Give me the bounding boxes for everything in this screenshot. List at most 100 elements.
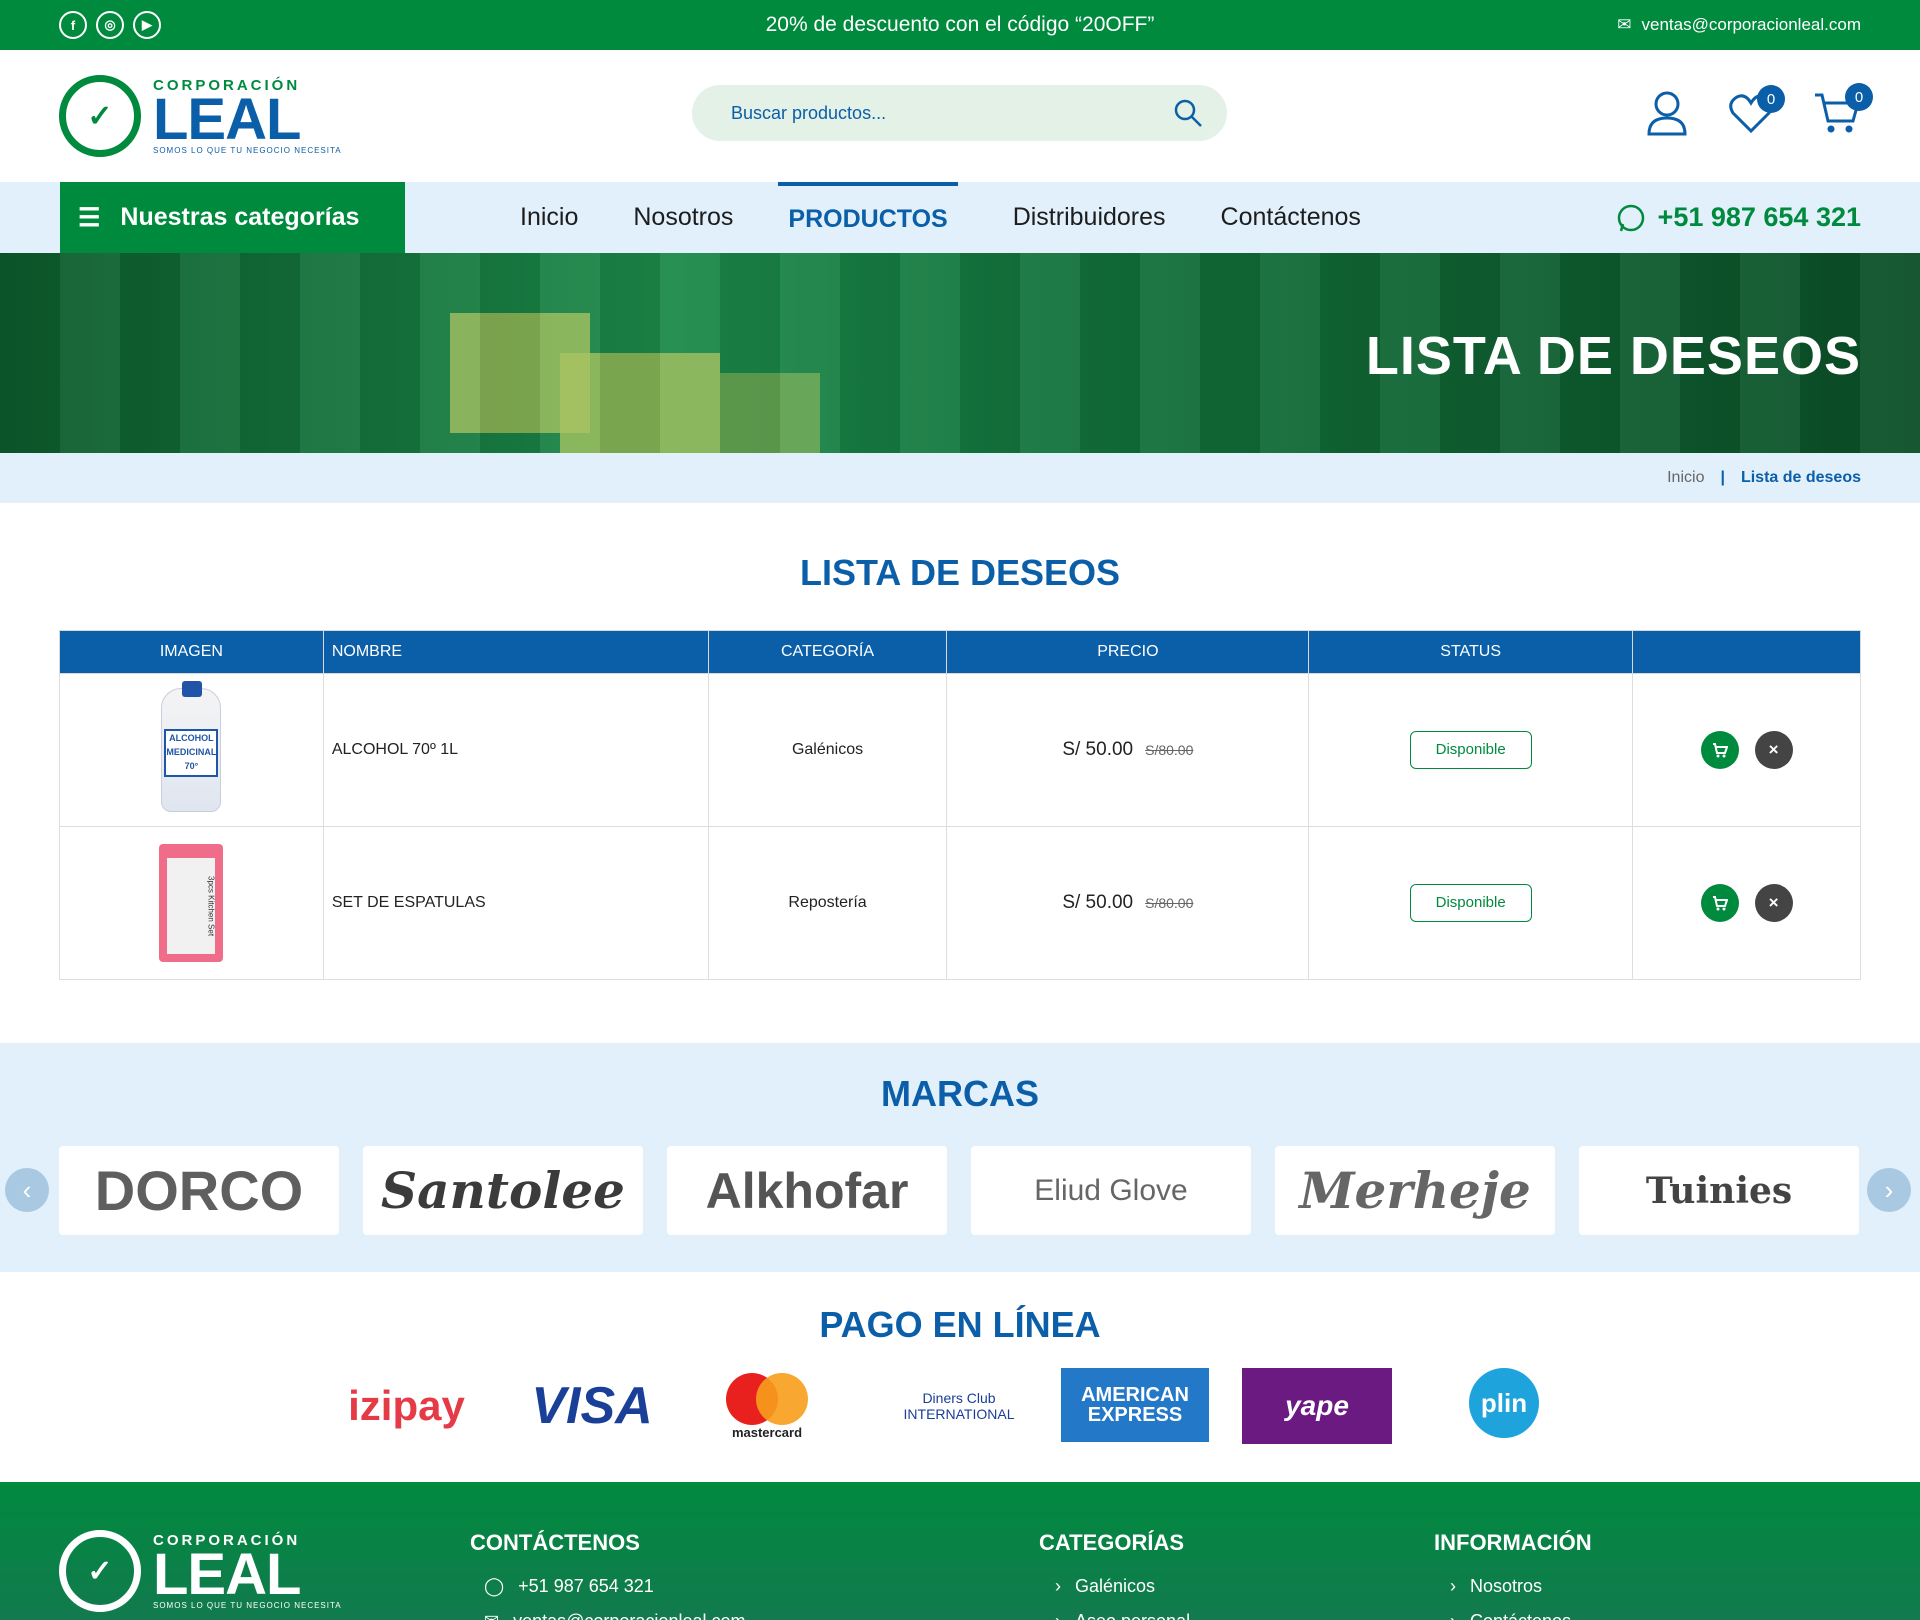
breadcrumb-separator: | [1720, 469, 1725, 486]
wishlist-icon[interactable]: 0 [1729, 85, 1785, 141]
brands-title: MARCAS [881, 1073, 1039, 1114]
email-link[interactable]: ✉ ventas@corporacionleal.com [1617, 15, 1861, 35]
nav-item-contactenos[interactable]: Contáctenos [1221, 182, 1361, 253]
phone-number: +51 987 654 321 [1657, 202, 1861, 232]
wishlist-table: IMAGEN NOMBRE CATEGORÍA PRECIO STATUS AL… [59, 630, 1861, 980]
nav-item-inicio[interactable]: Inicio [520, 182, 578, 253]
chevron-right-icon: › [1450, 1576, 1456, 1596]
product-old-price: S/80.00 [1145, 895, 1194, 911]
logo[interactable]: ✓ CORPORACIÓN LEAL SOMOS LO QUE TU NEGOC… [59, 75, 342, 157]
youtube-icon[interactable]: ▶ [133, 11, 161, 39]
wishlist-count-badge: 0 [1757, 85, 1785, 113]
mail-icon: ✉ [1617, 15, 1632, 34]
add-to-cart-button[interactable] [1700, 884, 1739, 922]
logo-mark-icon: ✓ [59, 1530, 141, 1612]
brand-logo[interactable]: Santolee [363, 1146, 643, 1235]
hamburger-icon: ☰ [78, 203, 101, 232]
footer-categories: CATEGORÍAS ›Galénicos ›Aseo personal [1039, 1530, 1190, 1620]
breadcrumb-home[interactable]: Inicio [1667, 469, 1704, 487]
social-links: f ◎ ▶ [59, 11, 161, 39]
footer-logo[interactable]: ✓ CORPORACIÓN LEAL SOMOS LO QUE TU NEGOC… [59, 1530, 342, 1612]
remove-button[interactable]: × [1754, 884, 1793, 922]
footer-link[interactable]: › Galénicos [1039, 1576, 1190, 1597]
carousel-prev-button[interactable]: ‹ [5, 1168, 49, 1212]
site-footer: ✓ CORPORACIÓN LEAL SOMOS LO QUE TU NEGOC… [0, 1482, 1920, 1620]
main-nav: ☰ Nuestras categorías Inicio Nosotros PR… [0, 182, 1920, 253]
remove-button[interactable]: × [1754, 731, 1793, 769]
chevron-right-icon: › [1450, 1611, 1456, 1620]
chevron-left-icon: ‹ [22, 1174, 32, 1205]
footer-info-title: INFORMACIÓN [1434, 1530, 1592, 1555]
footer-phone[interactable]: ◯ +51 987 654 321 [470, 1576, 745, 1597]
logo-mark-icon: ✓ [59, 75, 141, 157]
payment-logo: Diners Club INTERNATIONAL [903, 1390, 1015, 1422]
search-icon[interactable] [1173, 98, 1203, 128]
status-badge: Disponible [1409, 884, 1532, 922]
product-image[interactable]: 3pcs Kitchen Set [59, 826, 324, 980]
mastercard-icon [726, 1372, 808, 1425]
instagram-icon[interactable]: ◎ [96, 11, 124, 39]
product-price: S/ 50.00 [1062, 739, 1134, 760]
col-status: STATUS [1308, 630, 1634, 674]
search-input[interactable] [731, 102, 1131, 124]
footer-contact: CONTÁCTENOS ◯+51 987 654 321 ✉ventas@cor… [470, 1530, 745, 1620]
close-icon: × [1768, 740, 1779, 759]
brands-carousel: DORCO Santolee Alkhofar Eliud Glove Merh… [59, 1146, 1859, 1235]
chevron-right-icon: › [1055, 1611, 1061, 1620]
table-row: 3pcs Kitchen Set SET DE ESPATULAS Repost… [59, 826, 1861, 980]
footer-link[interactable]: ›Aseo personal [1039, 1611, 1190, 1620]
brand-logo[interactable]: Eliud Glove [971, 1146, 1251, 1235]
nav-item-distribuidores[interactable]: Distribuidores [1013, 182, 1166, 253]
add-to-cart-button[interactable] [1700, 731, 1739, 769]
product-category: Repostería [707, 826, 948, 980]
categories-label: Nuestras categorías [120, 203, 360, 231]
whatsapp-icon: ◯ [484, 1576, 505, 1596]
product-price: S/ 50.00 [1062, 892, 1134, 913]
payment-logo: VISA [531, 1377, 653, 1435]
nav-item-productos[interactable]: PRODUCTOS [778, 182, 958, 253]
status-badge: Disponible [1409, 731, 1532, 769]
table-row: ALCOHOL MEDICINAL 70° ALCOHOL 70º 1L Gal… [59, 673, 1861, 827]
payment-logo: AMERICAN EXPRESS [1061, 1368, 1209, 1442]
cart-icon[interactable]: 0 [1813, 83, 1873, 143]
payment-methods: izipay VISA mastercard Diners Club INTER… [344, 1368, 1544, 1448]
wishlist-title: LISTA DE DESEOS [799, 552, 1121, 593]
payment-logo: plin [1469, 1368, 1539, 1438]
nav-menu: Inicio Nosotros PRODUCTOS Distribuidores… [520, 182, 1416, 253]
col-actions [1632, 630, 1861, 674]
footer-email[interactable]: ✉ventas@corporacionleal.com [470, 1611, 745, 1620]
footer-link[interactable]: ›Contáctenos [1434, 1611, 1592, 1620]
cart-icon [1712, 743, 1728, 758]
product-name[interactable]: ALCOHOL 70º 1L [322, 673, 709, 827]
account-icon[interactable] [1645, 90, 1689, 144]
brand-logo[interactable]: Merheje [1275, 1146, 1555, 1235]
chevron-right-icon: › [1055, 1576, 1061, 1596]
close-icon: × [1768, 893, 1779, 912]
col-nombre: NOMBRE [322, 630, 709, 674]
mail-icon: ✉ [484, 1611, 499, 1620]
nav-item-nosotros[interactable]: Nosotros [633, 182, 733, 253]
brand-logo[interactable]: Alkhofar [667, 1146, 947, 1235]
footer-link[interactable]: › Nosotros [1434, 1576, 1592, 1597]
logo-tagline: SOMOS LO QUE TU NEGOCIO NECESITA [153, 146, 342, 155]
product-old-price: S/80.00 [1145, 742, 1194, 758]
brands-section: MARCAS DORCO Santolee Alkhofar Eliud Glo… [0, 1043, 1920, 1272]
cart-count-badge: 0 [1845, 83, 1873, 111]
product-name[interactable]: SET DE ESPATULAS [322, 826, 709, 980]
search-bar [692, 85, 1227, 141]
brand-logo[interactable]: Tuinies [1579, 1146, 1859, 1235]
product-category: Galénicos [707, 673, 948, 827]
product-image[interactable]: ALCOHOL MEDICINAL 70° [59, 673, 324, 827]
payment-logo: yape [1242, 1368, 1392, 1444]
categories-menu-button[interactable]: ☰ Nuestras categorías [60, 182, 405, 253]
logo-line2: LEAL [153, 87, 301, 152]
payments-title: PAGO EN LÍNEA [819, 1304, 1101, 1345]
chevron-right-icon: › [1884, 1174, 1894, 1205]
brand-logo[interactable]: DORCO [59, 1146, 339, 1235]
payment-logo: mastercard [731, 1424, 803, 1440]
facebook-icon[interactable]: f [59, 11, 87, 39]
phone-link[interactable]: +51 987 654 321 [1616, 182, 1861, 253]
carousel-next-button[interactable]: › [1867, 1168, 1911, 1212]
breadcrumb-current: Lista de deseos [1740, 469, 1861, 486]
cart-icon [1712, 896, 1728, 911]
